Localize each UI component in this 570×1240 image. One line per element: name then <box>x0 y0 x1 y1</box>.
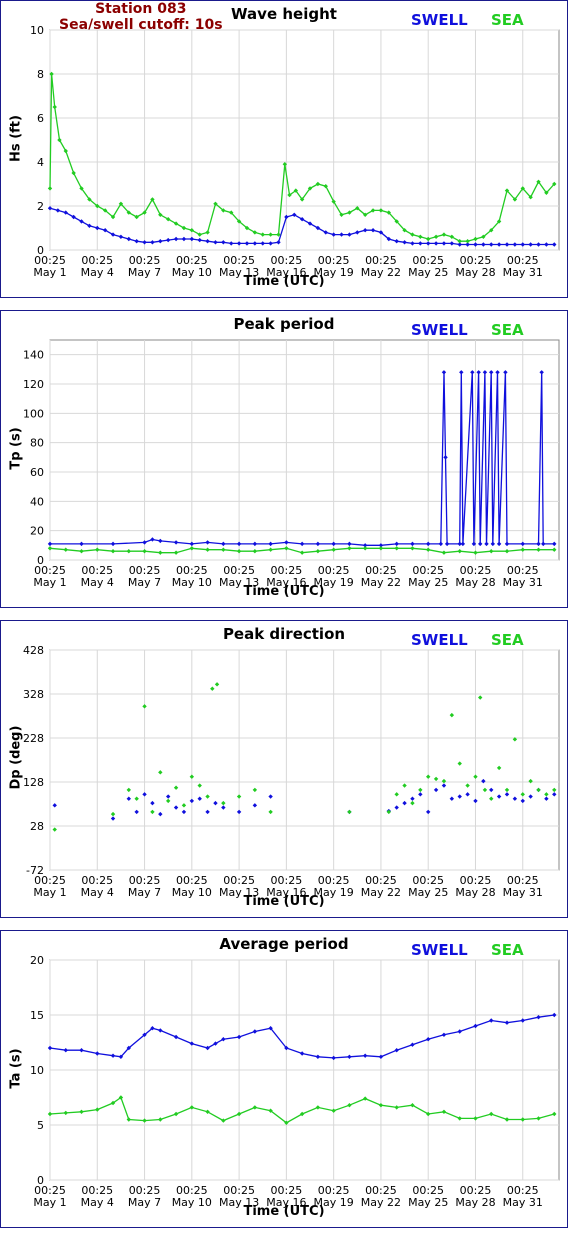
x-tick-date: May 22 <box>361 576 401 589</box>
y-tick-label: 128 <box>23 776 44 789</box>
peak-direction-plot: -722812822832842800:25May 100:25May 400:… <box>23 644 560 899</box>
y-tick-label: 4 <box>37 156 44 169</box>
y-tick-label: 8 <box>37 68 44 81</box>
x-tick-date: May 1 <box>33 576 66 589</box>
x-tick-date: May 22 <box>361 886 401 899</box>
x-tick-date: May 25 <box>408 886 448 899</box>
x-tick-date: May 22 <box>361 1196 401 1209</box>
x-tick-date: May 13 <box>219 1196 259 1209</box>
peak-period-panel: Peak period SWELL SEA Tp (s) Time (UTC) … <box>0 310 568 608</box>
y-tick-label: 28 <box>30 820 44 833</box>
average-period-plot: 0510152000:25May 100:25May 400:25May 700… <box>30 954 560 1209</box>
y-tick-label: 5 <box>37 1119 44 1132</box>
x-tick-date: May 25 <box>408 1196 448 1209</box>
peak-direction-panel: Peak direction SWELL SEA Dp (deg) Time (… <box>0 620 568 918</box>
x-tick-date: May 1 <box>33 886 66 899</box>
x-tick-date: May 22 <box>361 266 401 279</box>
y-tick-label: 2 <box>37 200 44 213</box>
x-tick-date: May 10 <box>172 1196 212 1209</box>
x-tick-date: May 16 <box>266 1196 306 1209</box>
y-tick-label: 100 <box>23 407 44 420</box>
y-tick-label: 60 <box>30 466 44 479</box>
x-tick-date: May 10 <box>172 886 212 899</box>
x-tick-date: May 31 <box>503 576 543 589</box>
x-tick-date: May 16 <box>266 886 306 899</box>
plot-area <box>49 29 560 251</box>
y-tick-label: 40 <box>30 495 44 508</box>
y-tick-label: 428 <box>23 644 44 657</box>
y-tick-label: 20 <box>30 525 44 538</box>
x-tick-date: May 7 <box>128 266 161 279</box>
plot-area <box>49 649 560 871</box>
x-tick-date: May 1 <box>33 266 66 279</box>
y-tick-label: 10 <box>30 1064 44 1077</box>
x-tick-date: May 31 <box>503 1196 543 1209</box>
x-tick-date: May 13 <box>219 576 259 589</box>
x-tick-date: May 1 <box>33 1196 66 1209</box>
y-tick-label: 120 <box>23 378 44 391</box>
x-tick-date: May 4 <box>81 266 114 279</box>
x-tick-date: May 7 <box>128 886 161 899</box>
y-tick-label: 140 <box>23 349 44 362</box>
x-tick-date: May 10 <box>172 266 212 279</box>
x-tick-date: May 4 <box>81 886 114 899</box>
x-tick-date: May 25 <box>408 576 448 589</box>
x-tick-date: May 28 <box>455 886 495 899</box>
x-tick-date: May 28 <box>455 576 495 589</box>
wave-height-panel: Station 083 Sea/swell cutoff: 10s Wave h… <box>0 0 568 298</box>
y-tick-label: 6 <box>37 112 44 125</box>
x-tick-date: May 31 <box>503 266 543 279</box>
x-tick-date: May 7 <box>128 576 161 589</box>
y-tick-label: 328 <box>23 688 44 701</box>
x-tick-date: May 28 <box>455 266 495 279</box>
x-tick-date: May 13 <box>219 266 259 279</box>
x-tick-date: May 25 <box>408 266 448 279</box>
x-tick-date: May 7 <box>128 1196 161 1209</box>
peak-period-plot: 02040608010012014000:25May 100:25May 400… <box>23 339 560 589</box>
y-tick-label: 80 <box>30 437 44 450</box>
y-tick-label: 20 <box>30 954 44 967</box>
x-tick-date: May 19 <box>314 1196 354 1209</box>
y-tick-label: 10 <box>30 24 44 37</box>
average-period-panel: Average period SWELL SEA Ta (s) Time (UT… <box>0 930 568 1228</box>
x-tick-date: May 4 <box>81 576 114 589</box>
x-tick-date: May 31 <box>503 886 543 899</box>
y-tick-label: 228 <box>23 732 44 745</box>
x-tick-date: May 28 <box>455 1196 495 1209</box>
x-tick-date: May 19 <box>314 266 354 279</box>
y-tick-label: 15 <box>30 1009 44 1022</box>
wave-height-plot: 024681000:25May 100:25May 400:25May 700:… <box>30 24 560 279</box>
x-tick-date: May 10 <box>172 576 212 589</box>
x-tick-date: May 19 <box>314 886 354 899</box>
x-tick-date: May 16 <box>266 576 306 589</box>
x-tick-date: May 4 <box>81 1196 114 1209</box>
x-tick-date: May 19 <box>314 576 354 589</box>
x-tick-date: May 16 <box>266 266 306 279</box>
x-tick-date: May 13 <box>219 886 259 899</box>
